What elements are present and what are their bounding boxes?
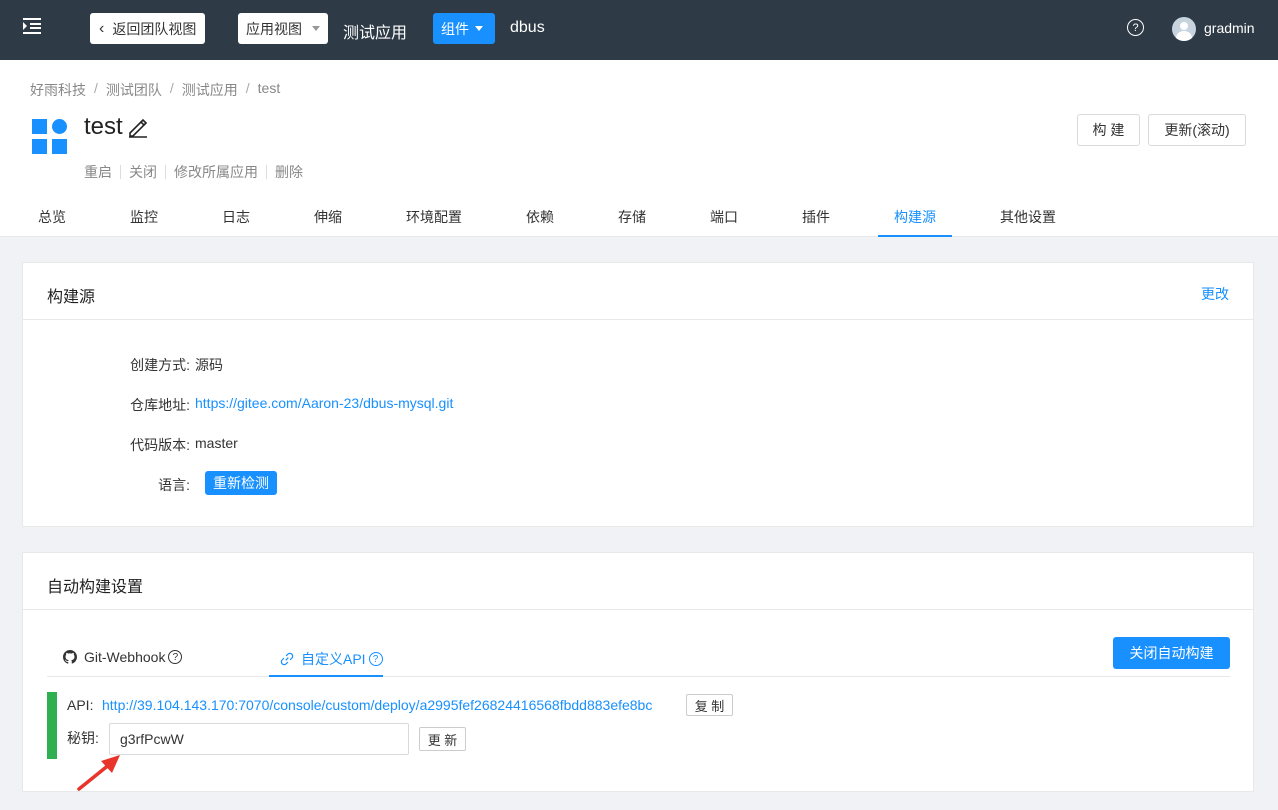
breadcrumb-separator: / [245,80,250,96]
auto-build-card: 自动构建设置 Git-Webhook ? 自定义API ? 关闭自动构建 API… [22,552,1254,792]
create-method-label: 创建方式: [130,357,190,373]
back-to-team-label: 返回团队视图 [112,20,197,37]
delete-action[interactable]: 删除 [275,162,303,182]
tab-scaling[interactable]: 伸缩 [314,207,342,237]
tab-logs[interactable]: 日志 [222,207,250,237]
question-icon[interactable]: ? [168,650,183,664]
card-header: 构建源 更改 [23,263,1253,320]
chevron-left-icon: ‹ [99,19,105,37]
close-auto-build-button[interactable]: 关闭自动构建 [1113,637,1230,669]
menu-collapse-icon[interactable] [22,16,42,36]
red-arrow-icon [77,755,120,791]
view-select[interactable]: 应用视图 [238,13,328,44]
action-divider [165,165,166,179]
tab-git-webhook[interactable]: Git-Webhook ? [63,649,183,665]
tab-overview[interactable]: 总览 [38,207,66,237]
breadcrumb-item[interactable]: 测试团队 [106,80,162,100]
api-status-bar [47,692,57,759]
help-icon[interactable]: ? [1127,19,1144,36]
github-icon [63,650,77,664]
component-dropdown-button[interactable]: 组件 [433,13,495,44]
api-label: API: [67,697,94,713]
question-icon[interactable]: ? [368,652,383,666]
app-name[interactable]: 测试应用 [343,19,407,43]
card-header: 自动构建设置 [23,553,1253,610]
repo-label: 仓库地址: [130,397,190,413]
tab-other-settings[interactable]: 其他设置 [1000,207,1056,237]
edit-pencil-icon[interactable] [127,116,149,138]
tab-dependencies[interactable]: 依赖 [526,207,554,237]
build-button[interactable]: 构 建 [1077,114,1140,146]
create-method-value: 源码 [195,357,223,373]
rolling-update-button[interactable]: 更新(滚动) [1148,114,1246,146]
secret-key-input[interactable] [109,723,409,755]
tab-plugins[interactable]: 插件 [802,207,830,237]
secret-key-label: 秘钥: [67,730,99,746]
breadcrumb-item[interactable]: 测试应用 [182,80,238,100]
copy-button[interactable]: 复 制 [686,694,733,716]
breadcrumb-item[interactable]: test [258,80,281,100]
breadcrumb-separator: / [94,80,98,96]
tab-git-webhook-label: Git-Webhook [84,649,166,665]
caret-down-icon [475,26,483,31]
card-title: 构建源 [47,289,96,306]
redetect-button[interactable]: 重新检测 [205,471,277,495]
app-logo-icon [32,119,68,154]
active-tab-indicator [878,235,952,237]
main-tabs: 总览 监控 日志 伸缩 环境配置 依赖 存储 端口 插件 构建源 其他设置 [0,205,1278,237]
version-label: 代码版本: [130,437,190,453]
tab-custom-api-label: 自定义API [301,651,366,667]
breadcrumb-item[interactable]: 好雨科技 [30,80,86,100]
component-button-label: 组件 [441,20,469,37]
page-title-text: test [84,113,123,140]
repo-url-link[interactable]: https://gitee.com/Aaron-23/dbus-mysql.gi… [195,395,453,411]
caret-down-icon [312,26,320,31]
avatar[interactable] [1172,17,1196,41]
action-divider [120,165,121,179]
tab-env-config[interactable]: 环境配置 [406,207,462,237]
auto-build-tabs: Git-Webhook ? 自定义API ? [47,637,1230,677]
tab-storage[interactable]: 存储 [618,207,646,237]
top-navbar: ‹ 返回团队视图 应用视图 测试应用 组件 dbus ? gradmin [0,0,1278,60]
change-link[interactable]: 更改 [1201,284,1229,304]
view-select-value: 应用视图 [246,20,302,37]
breadcrumb: 好雨科技 / 测试团队 / 测试应用 / test [30,80,280,100]
close-action[interactable]: 关闭 [129,162,157,182]
card-title: 自动构建设置 [47,579,144,596]
refresh-key-button[interactable]: 更 新 [419,727,466,751]
tab-ports[interactable]: 端口 [710,207,738,237]
tab-build-source[interactable]: 构建源 [894,207,936,237]
tab-custom-api[interactable]: 自定义API ? [280,649,383,669]
page-title: test [84,113,149,141]
language-label: 语言: [158,477,190,493]
component-name: dbus [510,19,545,36]
restart-action[interactable]: 重启 [84,162,112,182]
build-source-card: 构建源 更改 创建方式: 源码 仓库地址: https://gitee.com/… [22,262,1254,527]
tab-monitor[interactable]: 监控 [130,207,158,237]
api-url-link[interactable]: http://39.104.143.170:7070/console/custo… [102,697,652,713]
action-divider [266,165,267,179]
back-to-team-button[interactable]: ‹ 返回团队视图 [90,13,206,44]
link-icon [280,652,294,666]
app-actions: 重启 关闭 修改所属应用 删除 [84,162,303,182]
username[interactable]: gradmin [1204,20,1255,36]
version-value: master [195,435,238,451]
breadcrumb-separator: / [169,80,174,96]
page-header: 好雨科技 / 测试团队 / 测试应用 / test test 重启 关闭 修改所… [0,60,1278,237]
active-subtab-indicator [269,675,383,677]
change-app-action[interactable]: 修改所属应用 [174,162,258,182]
